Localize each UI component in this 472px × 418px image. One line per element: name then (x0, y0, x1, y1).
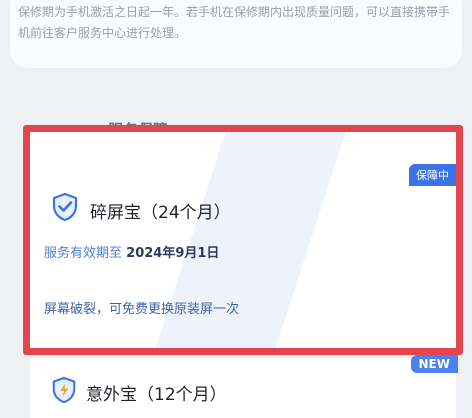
highlight-outline (23, 125, 463, 355)
service-card-accident[interactable]: 意外宝（12个月） (30, 358, 456, 418)
new-badge: NEW (410, 355, 458, 373)
warranty-description: 保修期为手机激活之日起一年。若手机在保修期内出现质量问题，可以直接携带手机前往客… (18, 5, 451, 40)
service-title: 意外宝（12个月） (86, 385, 227, 405)
warranty-info-card: 保修期为手机激活之日起一年。若手机在保修期内出现质量问题，可以直接携带手机前往客… (10, 0, 462, 68)
